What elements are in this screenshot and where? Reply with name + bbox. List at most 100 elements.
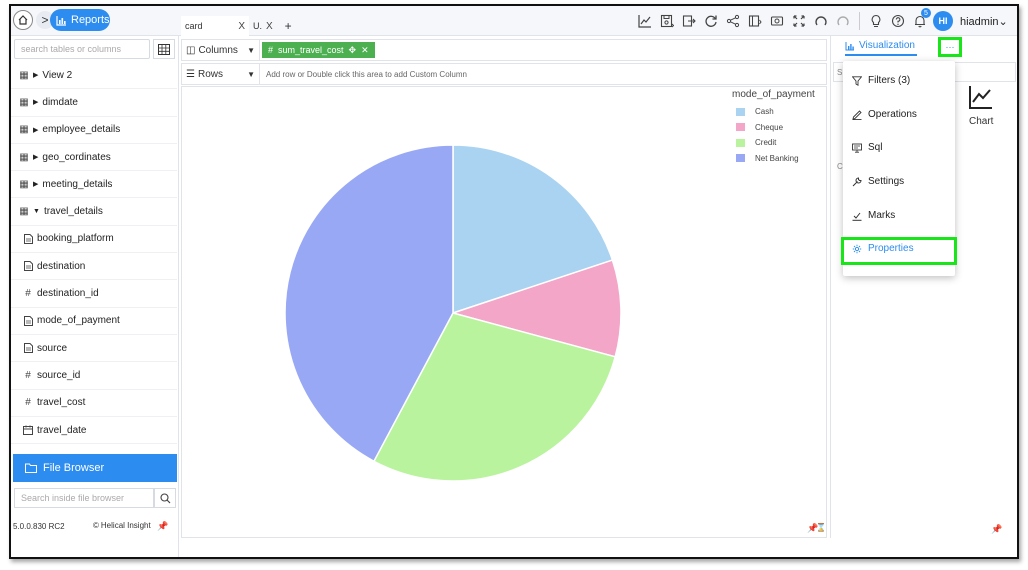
chart-type-label[interactable]: Chart (969, 116, 993, 127)
lightbulb-icon (871, 14, 881, 27)
table-item-employee-details[interactable]: ▦ ▶ employee_details (11, 117, 177, 144)
chart-button[interactable] (636, 11, 654, 31)
column-label: booking_platform (37, 233, 114, 245)
export-button[interactable] (680, 11, 698, 31)
columns-icon: ◫ (186, 44, 196, 56)
rows-shelf-label[interactable]: ☰ Rows ▼ (182, 64, 260, 84)
legend-swatch (736, 154, 745, 163)
table-item-geo-cordinates[interactable]: ▦ ▶ geo_cordinates (11, 144, 177, 172)
table-icon: ▦ (19, 69, 29, 81)
help-button[interactable] (889, 11, 907, 31)
table-item-dimdate[interactable]: ▦ ▶ dimdate (11, 89, 177, 117)
caret-down-icon: ▼ (247, 69, 255, 79)
table-item-meeting-details[interactable]: ▦ ▶ meeting_details (11, 171, 177, 199)
tab-close-button[interactable]: X (238, 21, 245, 32)
menu-item-operations[interactable]: Operations (851, 109, 917, 120)
table-label: travel_details (43, 206, 103, 218)
grid-icon (158, 43, 170, 55)
table-label: employee_details (42, 124, 121, 136)
table-label: meeting_details (42, 178, 113, 190)
fullscreen-button[interactable] (790, 11, 808, 31)
columns-shelf[interactable]: ◫ Columns ▼ # sum_travel_cost ✥ ✕ (181, 39, 827, 61)
grid-view-button[interactable] (153, 39, 175, 59)
legend-item-net-banking[interactable]: Net Banking (732, 151, 815, 167)
menu-item-label: Settings (868, 176, 905, 187)
menu-item-filters[interactable]: Filters (3) (851, 75, 910, 86)
pin-icon[interactable]: 📌 (157, 521, 168, 532)
move-icon[interactable]: ✥ (349, 45, 357, 56)
column-label: travel_cost (37, 397, 86, 409)
avatar[interactable]: HI (933, 11, 953, 31)
tab-u[interactable]: U. X (249, 16, 277, 36)
app-window: > Reports card X U. X + 5 HI hiadmin⌄ se… (9, 4, 1019, 559)
sql-icon (851, 142, 862, 153)
caret-right-icon: ▶ (33, 126, 39, 134)
partial-label: C (837, 162, 843, 171)
column-item-source[interactable]: source (11, 335, 177, 363)
table-tree: ▦ ▶ View 2 ▦ ▶ dimdate ▦ ▶ employee_details ▦ ▶… (11, 62, 177, 445)
menu-item-properties[interactable]: Properties (851, 243, 914, 254)
legend-item-credit[interactable]: Credit (732, 135, 815, 151)
pie-chart[interactable] (182, 87, 728, 539)
column-item-booking-platform[interactable]: booking_platform (11, 226, 177, 254)
number-field-icon: # (25, 397, 31, 409)
column-item-travel-date[interactable]: travel_date (11, 417, 177, 445)
table-label: geo_cordinates (42, 151, 111, 163)
column-item-mode-of-payment[interactable]: mode_of_payment (11, 308, 177, 335)
chart-canvas[interactable]: mode_of_payment Cash Cheque Credit Net B… (181, 86, 827, 538)
table-item-view-2[interactable]: ▦ ▶ View 2 (11, 62, 177, 90)
redo-button[interactable] (834, 11, 852, 31)
home-icon (18, 15, 28, 25)
menu-item-marks[interactable]: Marks (851, 210, 895, 221)
legend-item-cash[interactable]: Cash (732, 104, 815, 120)
add-tab-button[interactable]: + (285, 19, 292, 33)
preview-button[interactable] (768, 11, 786, 31)
more-icon: ··· (945, 42, 955, 52)
column-label: mode_of_payment (37, 315, 120, 327)
breadcrumb-reports[interactable]: Reports (50, 9, 110, 31)
refresh-button[interactable] (702, 11, 720, 31)
search-icon (159, 492, 170, 503)
column-pill-sum-travel-cost[interactable]: # sum_travel_cost ✥ ✕ (262, 42, 375, 58)
table-item-travel-details[interactable]: ▦ ▼ travel_details (11, 198, 177, 226)
undo-button[interactable] (812, 11, 830, 31)
column-item-destination-id[interactable]: # destination_id (11, 280, 177, 308)
home-button[interactable] (13, 10, 33, 30)
legend-item-cheque[interactable]: Cheque (732, 120, 815, 136)
remove-pill-button[interactable]: ✕ (361, 45, 369, 56)
caret-right-icon: ▶ (33, 181, 39, 189)
layout-button[interactable] (746, 11, 764, 31)
pin-icon[interactable]: 📌 (991, 524, 1002, 535)
options-dropdown: Filters (3) Operations Sql Settings Mark… (841, 61, 957, 276)
more-options-button[interactable]: ··· (938, 37, 962, 57)
menu-item-sql[interactable]: Sql (851, 142, 882, 153)
share-button[interactable] (724, 11, 742, 31)
notifications-button[interactable]: 5 (911, 8, 931, 31)
breadcrumb-reports-label: Reports (71, 14, 110, 26)
save-icon (660, 14, 674, 28)
legend-label: Cash (755, 107, 774, 117)
chart-legend: mode_of_payment Cash Cheque Credit Net B… (732, 89, 815, 166)
tab-visualization[interactable]: Visualization (845, 40, 915, 51)
number-field-icon: # (268, 45, 274, 55)
rows-shelf[interactable]: ☰ Rows ▼ Add row or Double click this ar… (181, 63, 827, 85)
search-tables-input[interactable]: search tables or columns (14, 39, 150, 59)
user-menu[interactable]: hiadmin⌄ (960, 15, 1008, 28)
save-button[interactable] (658, 11, 676, 31)
file-search-input[interactable]: Search inside file browser (14, 488, 154, 508)
columns-shelf-label[interactable]: ◫ Columns ▼ (182, 40, 260, 60)
tab-card[interactable]: card X (181, 16, 249, 36)
tab-close-button[interactable]: X (266, 21, 273, 32)
column-item-travel-cost[interactable]: # travel_cost (11, 390, 177, 417)
file-search-button[interactable] (154, 488, 176, 508)
toolbar-divider (859, 12, 860, 30)
menu-item-settings[interactable]: Settings (851, 176, 904, 187)
pencil-icon (851, 109, 862, 120)
tips-button[interactable] (867, 11, 885, 31)
column-item-destination[interactable]: destination (11, 253, 177, 281)
file-browser-button[interactable]: File Browser (13, 454, 177, 482)
line-chart-icon[interactable] (968, 84, 994, 110)
legend-swatch (736, 107, 745, 116)
column-item-source-id[interactable]: # source_id (11, 362, 177, 390)
expand-icon (793, 15, 805, 27)
